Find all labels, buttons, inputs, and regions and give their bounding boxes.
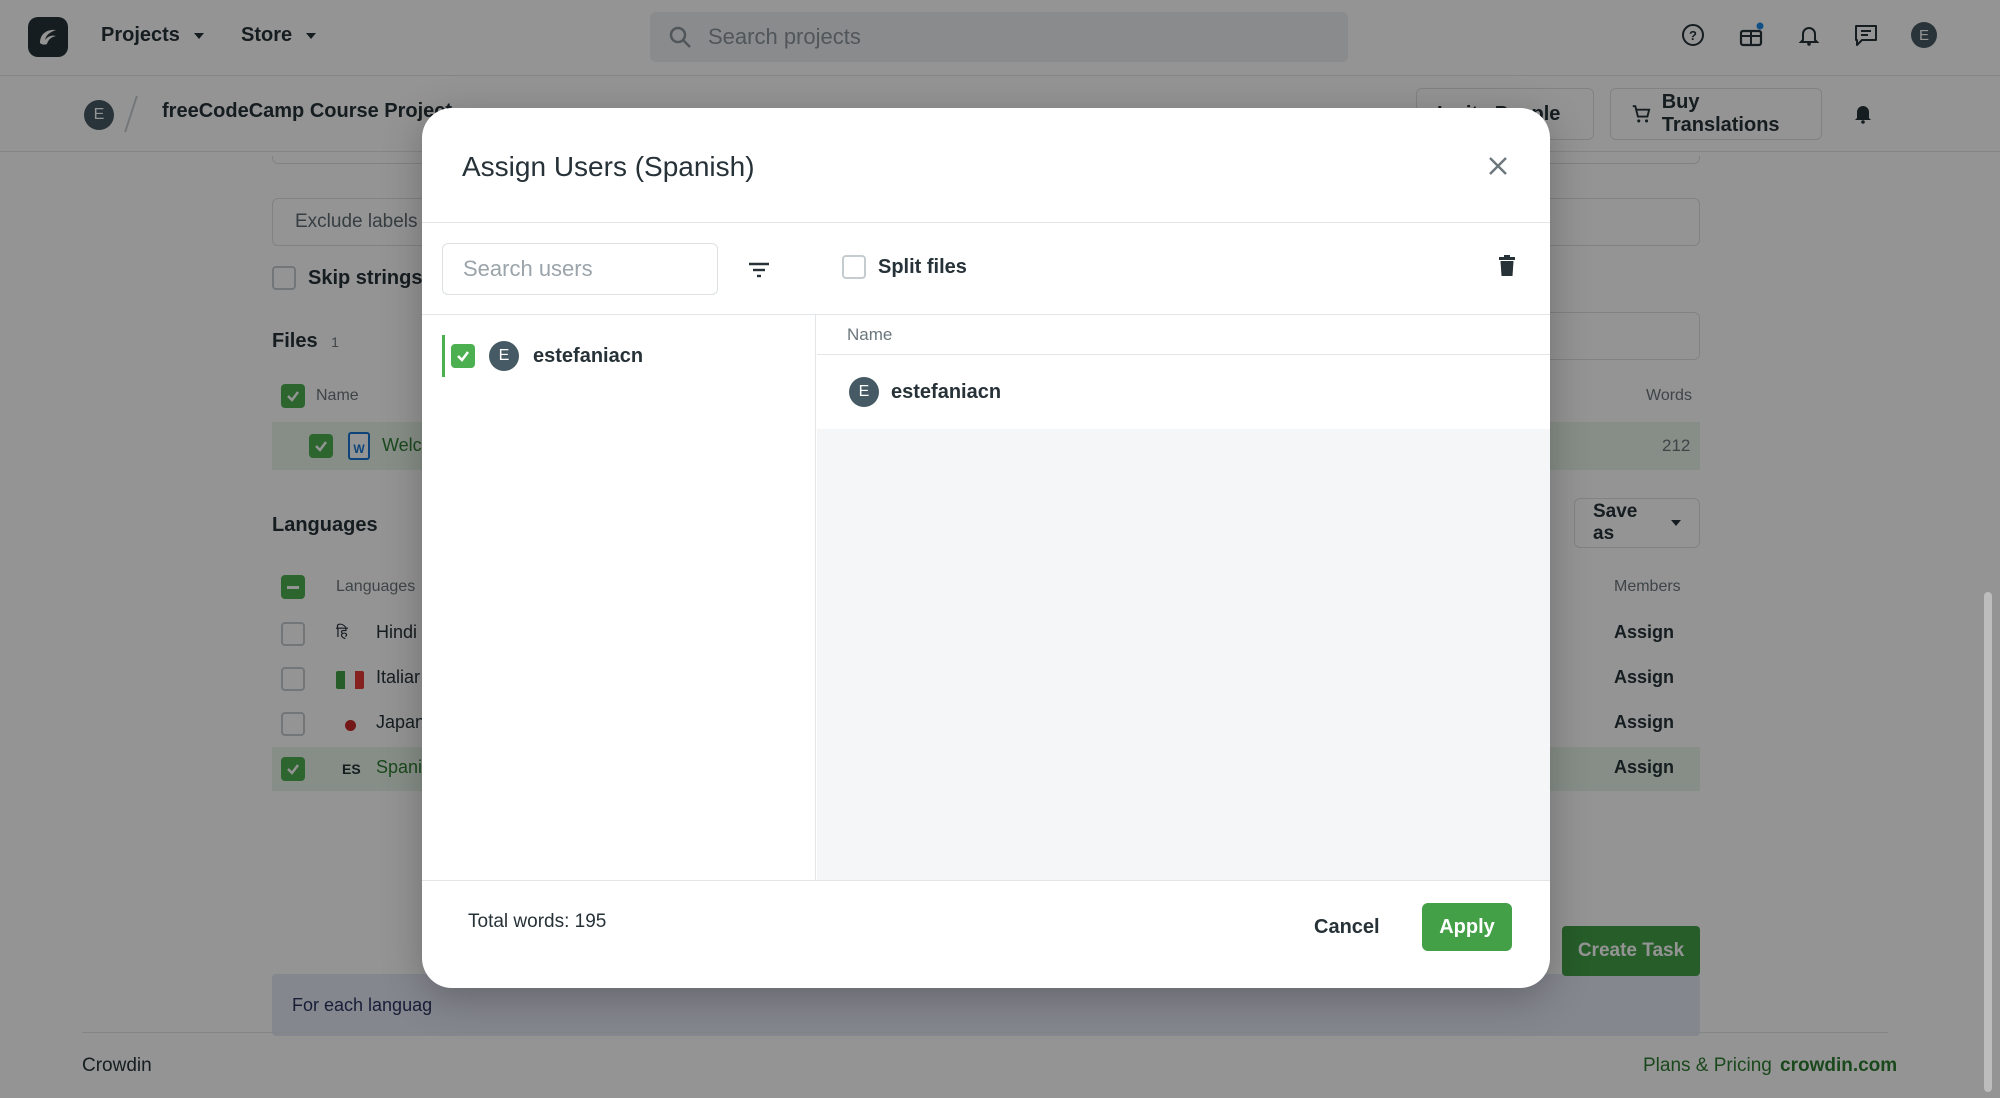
- total-words: Total words: 195: [468, 911, 607, 932]
- search-users-input[interactable]: [442, 243, 718, 295]
- user-avatar: E: [489, 341, 519, 371]
- split-files-option[interactable]: Split files: [842, 255, 967, 279]
- assigned-users-table: Name E estefaniacn: [817, 315, 1550, 880]
- filter-icon[interactable]: [744, 255, 774, 285]
- cancel-button[interactable]: Cancel: [1302, 903, 1392, 951]
- assigned-user-row[interactable]: E estefaniacn: [817, 355, 1550, 429]
- user-name: estefaniacn: [533, 344, 644, 367]
- dialog-footer: Total words: 195 Cancel Apply: [422, 880, 1550, 988]
- assign-users-dialog: Assign Users (Spanish) Split files E est…: [422, 108, 1550, 988]
- user-list-item[interactable]: E estefaniacn: [442, 335, 802, 377]
- assigned-user-name: estefaniacn: [891, 380, 1002, 403]
- trash-icon[interactable]: [1492, 251, 1522, 281]
- users-list: E estefaniacn: [422, 315, 816, 880]
- apply-button[interactable]: Apply: [1422, 903, 1512, 951]
- page-scrollbar[interactable]: [1984, 592, 1992, 1092]
- dialog-header: Assign Users (Spanish): [422, 108, 1550, 223]
- split-files-label: Split files: [878, 255, 967, 278]
- assigned-user-avatar: E: [849, 377, 879, 407]
- user-checkbox[interactable]: [451, 344, 475, 368]
- dialog-title: Assign Users (Spanish): [462, 151, 755, 182]
- dialog-toolbar: Split files: [422, 223, 1550, 315]
- close-icon[interactable]: [1482, 150, 1514, 182]
- assigned-table-header: Name: [817, 315, 1550, 355]
- split-files-checkbox[interactable]: [842, 255, 866, 279]
- name-column-header: Name: [847, 324, 893, 344]
